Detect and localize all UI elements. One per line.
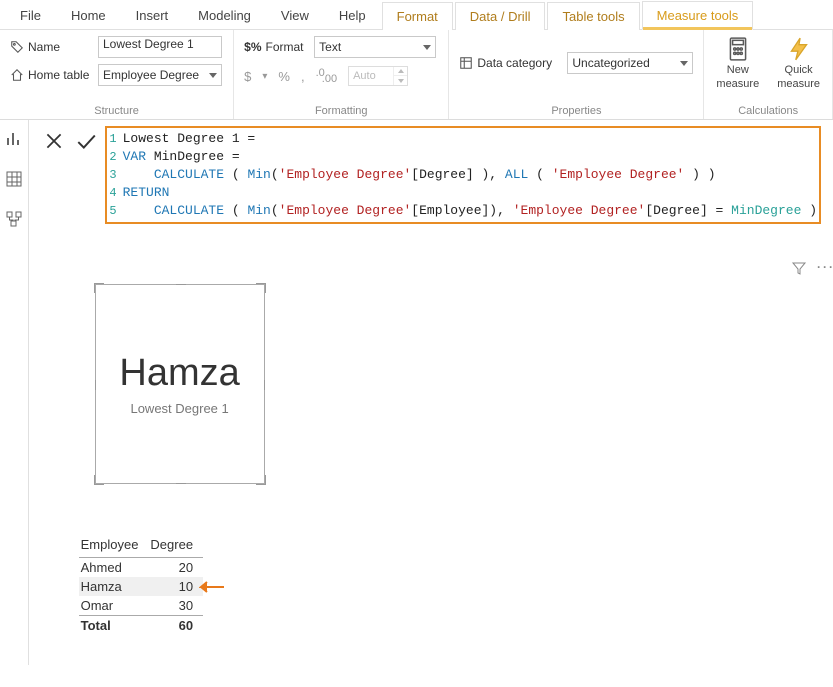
- ribbon-group-properties: Data category Uncategorized Properties: [449, 30, 704, 119]
- tab-measure-tools[interactable]: Measure tools: [642, 1, 754, 30]
- more-options-icon[interactable]: ···: [817, 260, 833, 276]
- format-value: Text: [319, 40, 341, 54]
- group-title-calculations: Calculations: [714, 103, 822, 117]
- commit-formula-icon[interactable]: [75, 130, 97, 152]
- resize-handle[interactable]: [256, 283, 266, 293]
- model-view-icon[interactable]: [5, 210, 23, 228]
- col-employee[interactable]: Employee: [79, 534, 149, 558]
- name-label: Name: [10, 40, 92, 54]
- quick-measure-line1: Quick: [785, 64, 813, 76]
- table-row[interactable]: Omar30: [79, 596, 203, 616]
- gutter-4: 4: [109, 184, 123, 202]
- format-select[interactable]: Text: [314, 36, 436, 58]
- card-visual[interactable]: Hamza Lowest Degree 1: [95, 284, 265, 484]
- resize-handle[interactable]: [176, 483, 186, 484]
- tab-view[interactable]: View: [267, 2, 323, 29]
- tab-insert[interactable]: Insert: [122, 2, 183, 29]
- callout-arrow-icon: [199, 579, 225, 598]
- stepper-up-icon[interactable]: [394, 67, 407, 76]
- code-line-5: CALCULATE ( Min('Employee Degree'[Employ…: [123, 202, 817, 220]
- code-line-3: CALCULATE ( Min('Employee Degree'[Degree…: [123, 166, 716, 184]
- format-label: $% Format: [244, 40, 308, 54]
- data-category-label: Data category: [459, 56, 561, 70]
- left-rail: [0, 120, 29, 665]
- resize-handle[interactable]: [94, 283, 104, 293]
- ribbon-group-structure: Name Lowest Degree 1 Home table Employee…: [0, 30, 234, 119]
- report-view-icon[interactable]: [5, 130, 23, 148]
- group-title-structure: Structure: [10, 103, 223, 117]
- code-line-1: Lowest Degree 1 =: [123, 130, 263, 148]
- chevron-down-icon: [680, 61, 688, 66]
- cancel-formula-icon[interactable]: [43, 130, 65, 152]
- code-line-2: VAR MinDegree =: [123, 148, 248, 166]
- decimals-value: Auto: [349, 70, 393, 82]
- new-measure-line1: New: [727, 64, 749, 76]
- card-caption: Lowest Degree 1: [130, 401, 228, 416]
- gutter-2: 2: [109, 148, 123, 166]
- card-visual-container: ··· Hamza Lowest Degree 1: [95, 284, 833, 484]
- col-degree[interactable]: Degree: [148, 534, 203, 558]
- resize-handle[interactable]: [176, 284, 186, 285]
- table-row[interactable]: Ahmed20: [79, 558, 203, 578]
- new-measure-line2: measure: [716, 78, 759, 90]
- table-total-row: Total60: [79, 616, 203, 636]
- tab-data-drill[interactable]: Data / Drill: [455, 2, 546, 30]
- comma-button[interactable]: ,: [301, 69, 305, 84]
- calculator-icon: [724, 36, 752, 62]
- gutter-3: 3: [109, 166, 123, 184]
- format-buttons: $ ▾ % , .0.00 Auto: [244, 66, 438, 86]
- name-input[interactable]: Lowest Degree 1: [98, 36, 222, 58]
- tab-table-tools[interactable]: Table tools: [547, 2, 639, 30]
- percent-button[interactable]: %: [278, 69, 290, 84]
- formula-editor[interactable]: 1Lowest Degree 1 = 2VAR MinDegree = 3 CA…: [105, 126, 821, 224]
- group-title-formatting: Formatting: [244, 103, 438, 117]
- home-icon: [10, 68, 24, 82]
- filter-icon[interactable]: [791, 260, 807, 276]
- ribbon: Name Lowest Degree 1 Home table Employee…: [0, 30, 833, 120]
- table-row[interactable]: Hamza 10: [79, 577, 203, 596]
- group-title-properties: Properties: [459, 103, 693, 117]
- tab-format[interactable]: Format: [382, 2, 453, 30]
- formula-bar: 1Lowest Degree 1 = 2VAR MinDegree = 3 CA…: [43, 126, 821, 224]
- currency-dropdown-icon[interactable]: ▾: [262, 71, 267, 82]
- currency-button[interactable]: $: [244, 69, 251, 84]
- ribbon-group-formatting: $% Format Text $ ▾ % , .0.00 Auto: [234, 30, 449, 119]
- quick-measure-icon: [785, 36, 813, 62]
- decimals-stepper[interactable]: Auto: [348, 66, 408, 86]
- home-table-select[interactable]: Employee Degree: [98, 64, 222, 86]
- resize-handle[interactable]: [256, 475, 266, 485]
- ribbon-tabstrip: File Home Insert Modeling View Help Form…: [0, 0, 833, 30]
- ribbon-group-calculations: New measure Quick measure Calculations: [704, 30, 833, 119]
- resize-handle[interactable]: [94, 475, 104, 485]
- home-table-value: Employee Degree: [103, 68, 199, 82]
- quick-measure-button[interactable]: Quick measure: [775, 36, 822, 90]
- tab-home[interactable]: Home: [57, 2, 120, 29]
- decimals-button[interactable]: .0.00: [316, 70, 337, 82]
- chevron-down-icon: [209, 73, 217, 78]
- tab-file[interactable]: File: [6, 2, 55, 29]
- data-category-select[interactable]: Uncategorized: [567, 52, 693, 74]
- resize-handle[interactable]: [95, 380, 96, 390]
- gutter-5: 5: [109, 202, 123, 220]
- code-line-4: RETURN: [123, 184, 170, 202]
- gutter-1: 1: [109, 130, 123, 148]
- tag-icon: [10, 40, 24, 54]
- new-measure-button[interactable]: New measure: [714, 36, 761, 90]
- card-value: Hamza: [119, 352, 239, 395]
- category-icon: [459, 56, 473, 70]
- data-category-value: Uncategorized: [572, 56, 649, 70]
- tab-modeling[interactable]: Modeling: [184, 2, 265, 29]
- chevron-down-icon: [423, 45, 431, 50]
- tab-help[interactable]: Help: [325, 2, 380, 29]
- data-view-icon[interactable]: [5, 170, 23, 188]
- home-table-label: Home table: [10, 68, 92, 82]
- table-visual[interactable]: Employee Degree Ahmed20 Hamza 10: [79, 534, 833, 635]
- quick-measure-line2: measure: [777, 78, 820, 90]
- resize-handle[interactable]: [264, 380, 265, 390]
- stepper-down-icon[interactable]: [394, 76, 407, 85]
